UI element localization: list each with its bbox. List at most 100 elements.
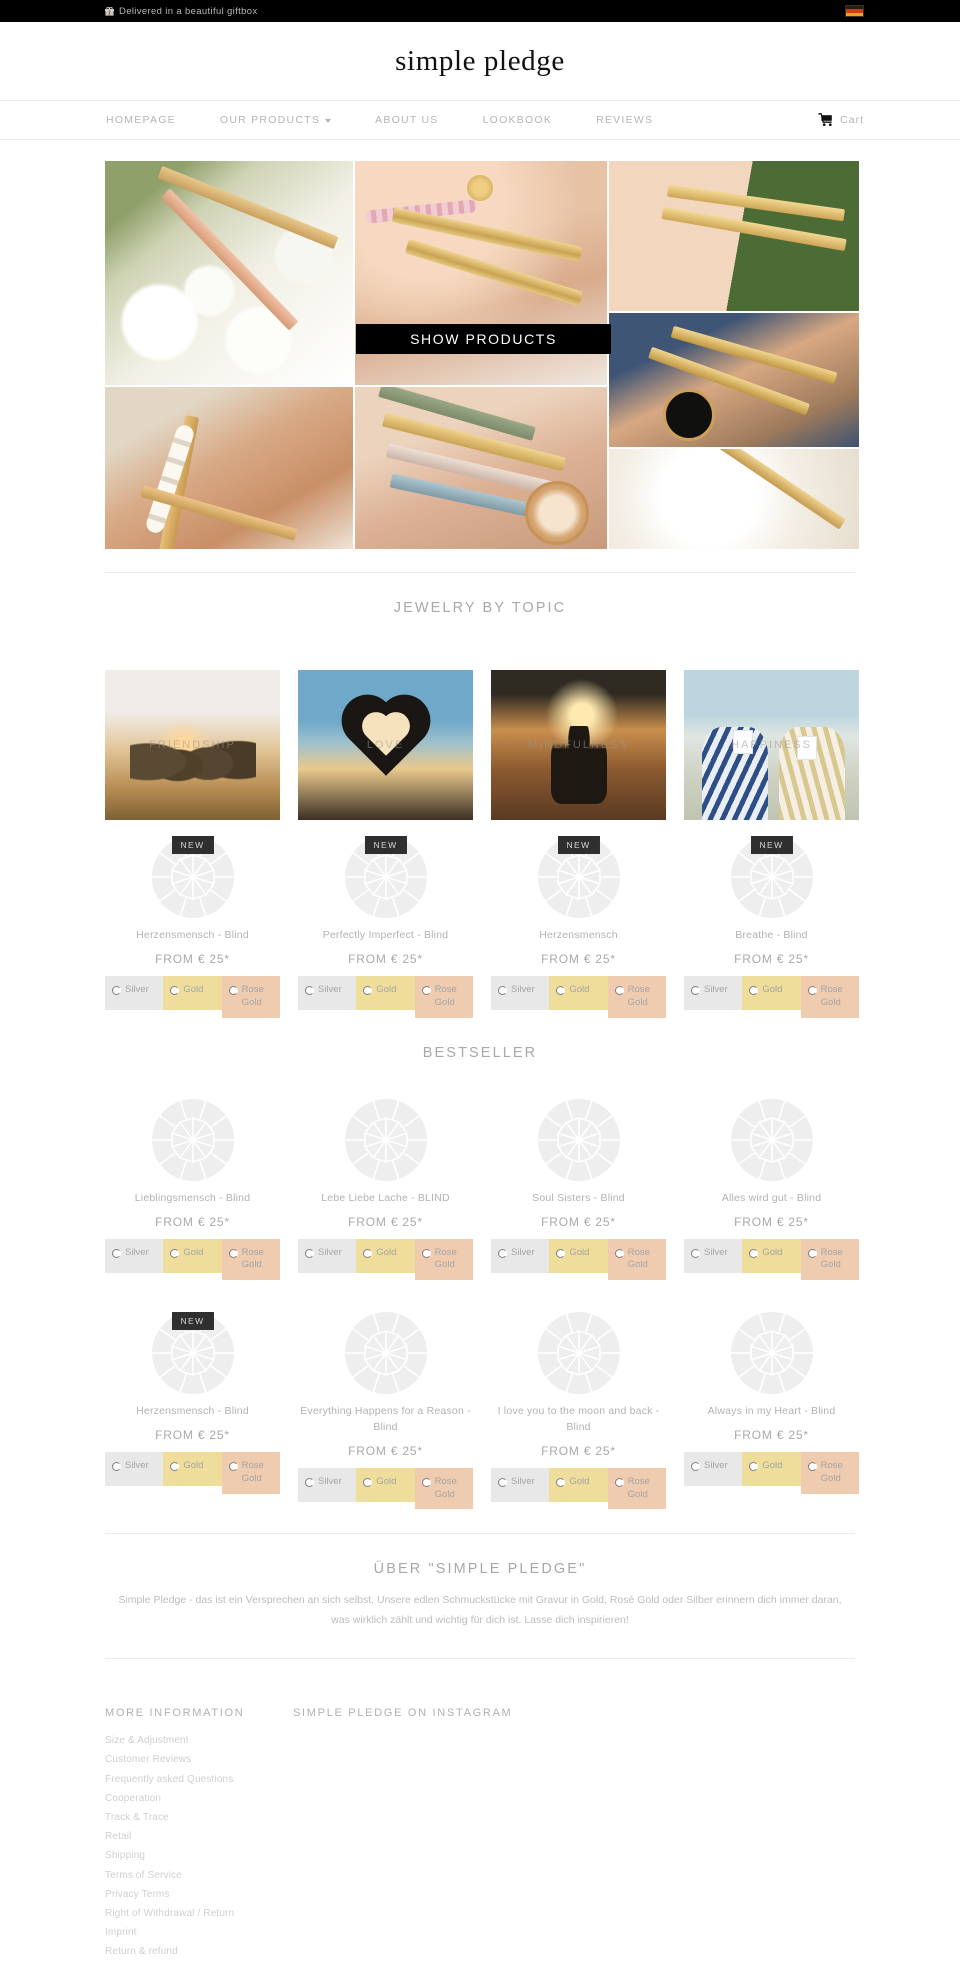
topic-tile-friendship[interactable]: FRIENDSHIP [105, 670, 280, 820]
color-option-rose-gold[interactable]: Rose Gold [607, 1238, 666, 1281]
product-thumbnail[interactable]: NEW [536, 834, 622, 920]
color-option-silver[interactable]: Silver [105, 976, 164, 1010]
product-thumbnail[interactable] [729, 1097, 815, 1183]
product-title[interactable]: Lieblingsmensch - Blind [135, 1191, 251, 1207]
product-thumbnail[interactable]: NEW [343, 834, 429, 920]
product-title[interactable]: Always in my Heart - Blind [708, 1404, 836, 1420]
footer-link[interactable]: Shipping [105, 1846, 293, 1865]
product-thumbnail[interactable] [536, 1097, 622, 1183]
product-title[interactable]: Everything Happens for a Reason - Blind [298, 1404, 473, 1436]
product-title[interactable]: Soul Sisters - Blind [532, 1191, 625, 1207]
hero-tile-pearls-and-gold-bangle[interactable] [105, 387, 353, 549]
footer-link[interactable]: Frequently asked Questions [105, 1770, 293, 1789]
color-option-rose-gold[interactable]: Rose Gold [221, 976, 280, 1018]
topic-tile-happiness[interactable]: HAPPINESS [684, 670, 859, 820]
product-thumbnail[interactable] [150, 1097, 236, 1183]
hero-tile-denim-wrist-with-watch[interactable] [609, 313, 859, 447]
product-title[interactable]: Breathe - Blind [735, 928, 807, 944]
color-option-rose-gold[interactable]: Rose Gold [414, 976, 473, 1018]
color-option-silver[interactable]: Silver [684, 1238, 743, 1273]
footer-link[interactable]: Customer Reviews [105, 1750, 293, 1769]
color-option-silver[interactable]: Silver [684, 976, 743, 1010]
color-option-rose-gold[interactable]: Rose Gold [800, 1452, 859, 1494]
product-title[interactable]: Herzensmensch - Blind [136, 1404, 249, 1420]
color-option-silver[interactable]: Silver [491, 976, 550, 1010]
product-title[interactable]: Herzensmensch [539, 928, 617, 944]
color-option-rose-gold[interactable]: Rose Gold [221, 1452, 280, 1494]
product-thumbnail[interactable] [343, 1310, 429, 1396]
footer-link[interactable]: Size & Adjustment [105, 1731, 293, 1750]
color-option-silver[interactable]: Silver [684, 1452, 743, 1487]
footer-link[interactable]: Cooperation [105, 1789, 293, 1808]
color-option-gold[interactable]: Gold [356, 1238, 415, 1273]
nav-item-reviews[interactable]: REVIEWS [574, 114, 675, 126]
color-option-rose-gold[interactable]: Rose Gold [414, 1238, 473, 1281]
product-card[interactable]: Lieblingsmensch - Blind FROM € 25* Silve… [105, 1097, 280, 1281]
color-option-gold[interactable]: Gold [163, 976, 222, 1010]
site-logo[interactable]: simple pledge [395, 45, 565, 78]
color-option-gold[interactable]: Gold [356, 976, 415, 1010]
footer-link[interactable]: Retail [105, 1827, 293, 1846]
color-option-gold[interactable]: Gold [549, 976, 608, 1010]
color-option-gold[interactable]: Gold [356, 1467, 415, 1502]
product-thumbnail[interactable]: NEW [150, 834, 236, 920]
topic-tile-love[interactable]: LOVE [298, 670, 473, 820]
footer-link[interactable]: Terms of Service [105, 1866, 293, 1885]
color-option-silver[interactable]: Silver [491, 1467, 550, 1502]
product-card[interactable]: NEW Perfectly Imperfect - Blind FROM € 2… [298, 834, 473, 1018]
product-thumbnail[interactable]: NEW [150, 1310, 236, 1396]
footer-link[interactable]: Right of Withdrawal / Return [105, 1904, 293, 1923]
nav-item-lookbook[interactable]: LOOKBOOK [461, 114, 575, 126]
nav-item-our-products[interactable]: OUR PRODUCTS [198, 114, 353, 126]
color-option-gold[interactable]: Gold [549, 1467, 608, 1502]
product-thumbnail[interactable] [729, 1310, 815, 1396]
color-option-gold[interactable]: Gold [549, 1238, 608, 1273]
product-card[interactable]: Lebe Liebe Lache - BLIND FROM € 25* Silv… [298, 1097, 473, 1281]
color-option-gold[interactable]: Gold [163, 1238, 222, 1273]
product-thumbnail[interactable] [343, 1097, 429, 1183]
product-card[interactable]: NEW Herzensmensch - Blind FROM € 25* Sil… [105, 1310, 280, 1509]
hero-tile-bracelets-on-white-flowers[interactable] [105, 161, 353, 385]
color-option-rose-gold[interactable]: Rose Gold [414, 1467, 473, 1510]
product-title[interactable]: Herzensmensch - Blind [136, 928, 249, 944]
product-thumbnail[interactable]: NEW [729, 834, 815, 920]
topic-tile-mindfulness[interactable]: MINDFULNESS [491, 670, 666, 820]
color-option-silver[interactable]: Silver [105, 1452, 164, 1487]
footer-link[interactable]: Return & refund [105, 1942, 293, 1961]
hero-tile-hand-holding-gold-cuffs[interactable] [609, 161, 859, 311]
nav-item-homepage[interactable]: HOMEPAGE [106, 114, 198, 126]
product-card[interactable]: Always in my Heart - Blind FROM € 25* Si… [684, 1310, 859, 1509]
product-thumbnail[interactable] [536, 1310, 622, 1396]
color-option-gold[interactable]: Gold [163, 1452, 222, 1487]
color-option-rose-gold[interactable]: Rose Gold [800, 976, 859, 1018]
product-card[interactable]: Alles wird gut - Blind FROM € 25* Silver… [684, 1097, 859, 1281]
cart-button[interactable]: Cart [818, 113, 864, 127]
product-title[interactable]: Lebe Liebe Lache - BLIND [321, 1191, 450, 1207]
color-option-gold[interactable]: Gold [742, 1238, 801, 1273]
product-title[interactable]: Perfectly Imperfect - Blind [323, 928, 449, 944]
product-card[interactable]: NEW Breathe - Blind FROM € 25* Silver Go… [684, 834, 859, 1018]
product-card[interactable]: NEW Herzensmensch FROM € 25* Silver Gold… [491, 834, 666, 1018]
footer-link[interactable]: Imprint [105, 1923, 293, 1942]
product-title[interactable]: I love you to the moon and back - Blind [491, 1404, 666, 1436]
color-option-rose-gold[interactable]: Rose Gold [221, 1238, 280, 1281]
product-title[interactable]: Alles wird gut - Blind [722, 1191, 822, 1207]
color-option-gold[interactable]: Gold [742, 976, 801, 1010]
color-option-gold[interactable]: Gold [742, 1452, 801, 1487]
color-option-silver[interactable]: Silver [298, 1467, 357, 1502]
show-products-button[interactable]: SHOW PRODUCTS [356, 324, 611, 354]
color-option-rose-gold[interactable]: Rose Gold [607, 1467, 666, 1510]
hero-tile-cuff-on-white-peony[interactable] [609, 449, 859, 549]
product-card[interactable]: Everything Happens for a Reason - Blind … [298, 1310, 473, 1510]
color-option-silver[interactable]: Silver [491, 1238, 550, 1273]
germany-flag-icon[interactable] [845, 5, 864, 17]
color-option-silver[interactable]: Silver [298, 976, 357, 1010]
footer-link[interactable]: Track & Trace [105, 1808, 293, 1827]
color-option-rose-gold[interactable]: Rose Gold [800, 1238, 859, 1281]
color-option-silver[interactable]: Silver [105, 1238, 164, 1273]
color-option-rose-gold[interactable]: Rose Gold [607, 976, 666, 1018]
nav-item-about-us[interactable]: ABOUT US [353, 114, 460, 126]
footer-link[interactable]: Privacy Terms [105, 1885, 293, 1904]
product-card[interactable]: I love you to the moon and back - Blind … [491, 1310, 666, 1510]
color-option-silver[interactable]: Silver [298, 1238, 357, 1273]
